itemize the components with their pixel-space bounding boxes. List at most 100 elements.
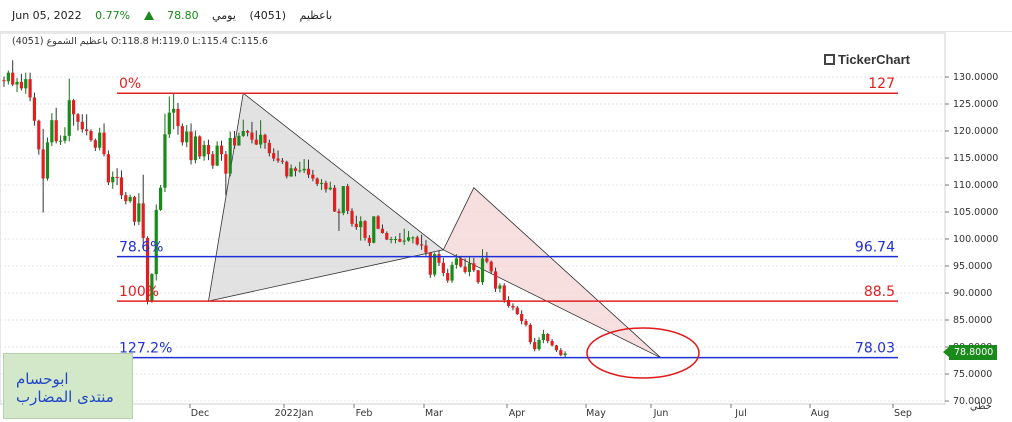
candle-body: [259, 134, 263, 145]
y-tick-label: 90.0000: [953, 288, 992, 299]
candle-body: [63, 135, 67, 141]
y-tick-label: 100.0000: [953, 234, 998, 245]
candle-body: [141, 203, 145, 238]
candle-body: [524, 321, 528, 325]
x-tick-label: Apr: [509, 408, 526, 419]
fib-level-label: 100%: [119, 284, 159, 300]
fib-level-label: 0%: [119, 76, 141, 92]
candle-body: [106, 154, 110, 183]
candle-body: [502, 285, 506, 301]
candle-body: [98, 132, 102, 148]
y-tick-label: 85.0000: [953, 315, 992, 326]
candle-body: [28, 79, 32, 98]
x-tick-label: Aug: [811, 408, 830, 419]
candle-body: [119, 177, 124, 196]
fib-level-value: 96.74: [855, 240, 895, 256]
candle-body: [428, 252, 432, 275]
candle-body: [306, 168, 311, 175]
candle-body: [115, 176, 119, 178]
candle-body: [50, 120, 54, 143]
candle-body: [93, 140, 97, 148]
candle-body: [520, 314, 524, 322]
scale-mode-label[interactable]: خطي: [970, 401, 992, 412]
candle-body: [511, 305, 515, 308]
candle-body: [250, 132, 254, 140]
candle-body: [302, 168, 306, 171]
candle-body: [328, 187, 332, 190]
fib-level-value: 78.03: [855, 341, 895, 357]
candle-body: [441, 262, 445, 274]
candle-body: [163, 134, 167, 188]
candle-body: [389, 239, 393, 240]
candle-body: [280, 160, 284, 162]
candle-body: [206, 145, 211, 155]
candle-body: [515, 307, 519, 315]
candle-body: [333, 187, 337, 212]
candle-body: [341, 186, 345, 214]
candle-body: [6, 72, 10, 82]
candle-body: [246, 131, 250, 133]
candle-body: [550, 341, 554, 346]
candle-body: [480, 258, 485, 283]
candle-body: [128, 196, 132, 202]
candle-body: [420, 244, 424, 246]
y-tick-label: 95.0000: [953, 261, 992, 272]
candle-body: [132, 196, 137, 222]
x-tick-label: 2022Jan: [275, 408, 314, 419]
candle-body: [137, 203, 141, 222]
candle-body: [376, 216, 380, 229]
candle-body: [167, 112, 171, 135]
candle-body: [533, 342, 537, 350]
candle-body: [398, 239, 402, 242]
x-tick-label: Jul: [734, 408, 746, 419]
candle-body: [228, 138, 232, 174]
candle-body: [359, 221, 363, 228]
candle-body: [254, 139, 258, 145]
candle-body: [241, 131, 245, 136]
candle-body: [363, 221, 367, 238]
candle-body: [215, 145, 219, 166]
candle-body: [237, 135, 241, 146]
candle-body: [289, 168, 293, 177]
x-tick-label: Jun: [653, 408, 669, 419]
candle-body: [15, 81, 19, 85]
candle-body: [72, 100, 76, 115]
x-tick-label: Mar: [425, 408, 443, 419]
candle-body: [346, 186, 350, 211]
candle-body: [263, 134, 267, 143]
candle-body: [393, 239, 398, 240]
candle-body: [80, 121, 84, 130]
candle-body: [19, 81, 23, 89]
candle-body: [54, 120, 58, 142]
candle-body: [24, 79, 28, 89]
candle-body: [276, 158, 280, 161]
watermark-line1: ابوحسام: [16, 370, 69, 388]
candle-body: [437, 254, 441, 263]
candle-body: [219, 145, 224, 155]
tickerchart-logo-icon: [824, 54, 835, 65]
watermark-box: ابوحسام منتدى المضارب: [3, 353, 133, 419]
candle-body: [89, 131, 93, 141]
candle-body: [41, 149, 45, 179]
fib-level-value: 127: [868, 76, 895, 92]
y-tick-label: 130.0000: [953, 72, 998, 83]
candle-body: [85, 129, 89, 131]
y-tick-label: 125.0000: [953, 99, 998, 110]
candle-body: [324, 182, 328, 190]
candle-body: [498, 285, 502, 289]
candle-body: [189, 131, 193, 161]
candle-body: [415, 237, 419, 245]
candle-body: [311, 174, 315, 179]
candle-body: [124, 195, 128, 202]
candle-body: [485, 258, 489, 262]
candle-body: [232, 138, 237, 146]
ohlc-readout: باعظيم الشموع (4051) O:118.8 H:119.0 L:1…: [12, 36, 268, 47]
candle-body: [385, 233, 389, 240]
x-tick-label: Sep: [894, 408, 912, 419]
candle-body: [367, 237, 371, 243]
candle-body: [546, 334, 550, 342]
candle-body: [537, 339, 541, 350]
candle-body: [467, 263, 472, 272]
fib-level-value: 88.5: [864, 284, 895, 300]
candle-body: [58, 140, 63, 142]
